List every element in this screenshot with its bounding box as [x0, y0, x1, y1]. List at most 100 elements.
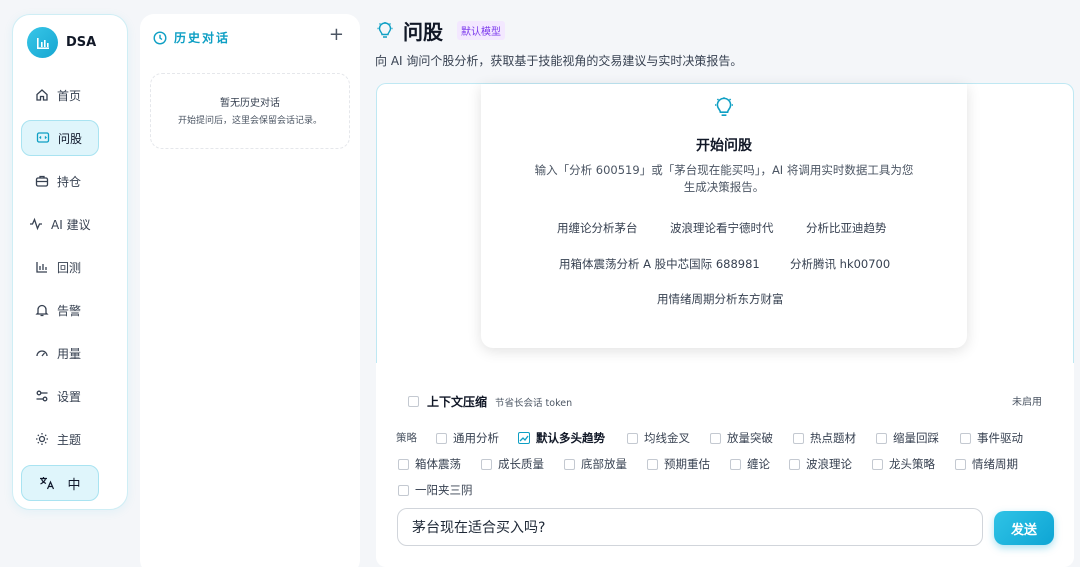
strategy-option[interactable]: 热点题材: [793, 430, 856, 446]
strategy-option-label: 情绪周期: [972, 457, 1018, 471]
suggestion-chip[interactable]: 分析腾讯 hk00700: [790, 256, 890, 272]
suggestion-chip[interactable]: 分析比亚迪趋势: [806, 220, 887, 236]
strategy-checkbox[interactable]: [789, 458, 800, 470]
send-button[interactable]: 发送: [994, 511, 1054, 545]
sidebar: DSA 首页 问股 持仓 AI 建议 回测 告警 用量 设置 主题 中: [12, 14, 128, 510]
nav-item-ask-stock[interactable]: 问股: [21, 120, 99, 156]
composer-area: 上下文压缩 节省长会话 token 未启用 策略 通用分析 默认多头趋势 均线金…: [376, 363, 1074, 567]
strategy-option-label: 均线金叉: [644, 431, 690, 445]
nav-item-home[interactable]: 首页: [21, 77, 99, 113]
strategy-option[interactable]: 一阳夹三阴: [398, 482, 473, 498]
strategy-option-label: 缩量回踩: [893, 431, 939, 445]
strategy-checkbox[interactable]: [398, 458, 409, 470]
strategy-option[interactable]: 通用分析: [436, 430, 499, 446]
strategy-option[interactable]: 均线金叉: [627, 430, 690, 446]
strategy-option-label: 成长质量: [498, 457, 544, 471]
nav-item-ai-advice[interactable]: AI 建议: [21, 206, 99, 242]
nav-label: 首页: [57, 88, 82, 103]
nav-item-settings[interactable]: 设置: [21, 378, 99, 414]
nav-item-usage[interactable]: 用量: [21, 335, 99, 371]
strategy-checkbox[interactable]: [481, 458, 492, 470]
strategy-checkbox[interactable]: [955, 458, 966, 470]
strategy-option[interactable]: 情绪周期: [955, 456, 1018, 472]
app-name: DSA: [66, 35, 97, 50]
home-icon: [36, 89, 48, 101]
bell-icon: [35, 304, 49, 317]
welcome-card: 开始问股 输入「分析 600519」或「茅台现在能买吗」，AI 将调用实时数据工…: [481, 84, 967, 348]
lightbulb-icon: [377, 21, 393, 38]
strategy-checkbox[interactable]: [960, 432, 971, 444]
nav-label: 回测: [57, 260, 82, 275]
nav-label: AI 建议: [51, 217, 91, 232]
suggestion-chip[interactable]: 用箱体震荡分析 A 股中芯国际 688981: [559, 256, 760, 272]
suggestion-chip[interactable]: 用缠论分析茅台: [557, 220, 638, 236]
strategy-option[interactable]: 波浪理论: [789, 456, 852, 472]
strategy-option-label: 箱体震荡: [415, 457, 461, 471]
strategy-checkbox[interactable]: [730, 458, 741, 470]
strategy-checkbox[interactable]: [398, 484, 409, 496]
history-header: 历史对话: [153, 29, 230, 46]
strategy-checkbox[interactable]: [436, 432, 447, 444]
translate-icon: [40, 477, 55, 490]
strategy-option-label: 事件驱动: [977, 431, 1023, 445]
nav-label: 持仓: [57, 174, 82, 189]
strategy-option[interactable]: 箱体震荡: [398, 456, 461, 472]
strategy-option[interactable]: 缠论: [730, 456, 770, 472]
model-badge[interactable]: 默认模型: [457, 21, 505, 40]
strategy-checkbox[interactable]: [876, 432, 887, 444]
strategy-option-label: 热点题材: [810, 431, 856, 445]
lightbulb-icon: [715, 97, 733, 116]
new-chat-button[interactable]: +: [329, 26, 344, 44]
nav-label: 用量: [57, 346, 82, 361]
strategy-option-label: 一阳夹三阴: [415, 483, 473, 497]
history-title: 历史对话: [174, 31, 231, 45]
strategy-option[interactable]: 缩量回踩: [876, 430, 939, 446]
language-toggle[interactable]: 中: [21, 465, 99, 501]
strategy-checkbox[interactable]: [647, 458, 658, 470]
strategy-label: 策略: [396, 432, 417, 444]
strategy-checkbox[interactable]: [872, 458, 883, 470]
history-empty-state: 暂无历史对话 开始提问后，这里会保留会话记录。: [150, 73, 350, 149]
clock-icon: [153, 30, 167, 45]
nav-item-holdings[interactable]: 持仓: [21, 163, 99, 199]
page-subtitle: 向 AI 询问个股分析，获取基于技能视角的交易建议与实时决策报告。: [375, 54, 743, 68]
welcome-title: 开始问股: [696, 138, 752, 154]
nav-label: 问股: [58, 131, 83, 146]
context-checkbox[interactable]: [408, 396, 419, 407]
main-panel: 问股 默认模型 向 AI 询问个股分析，获取基于技能视角的交易建议与实时决策报告…: [375, 0, 1080, 567]
language-label: 中: [67, 477, 81, 493]
nav-item-alerts[interactable]: 告警: [21, 292, 99, 328]
chat-area: 开始问股 输入「分析 600519」或「茅台现在能买吗」，AI 将调用实时数据工…: [376, 83, 1074, 363]
app-logo[interactable]: DSA: [27, 27, 96, 58]
strategy-checkbox[interactable]: [710, 432, 721, 444]
sun-icon: [36, 433, 48, 445]
strategy-option[interactable]: 成长质量: [481, 456, 544, 472]
suggestion-chip[interactable]: 波浪理论看宁德时代: [670, 220, 774, 236]
nav-item-theme[interactable]: 主题: [21, 421, 99, 457]
message-input[interactable]: [397, 508, 983, 546]
context-label: 上下文压缩: [427, 395, 488, 409]
nav-label: 告警: [57, 303, 82, 318]
strategy-checkbox[interactable]: [627, 432, 638, 444]
strategy-option[interactable]: 龙头策略: [872, 456, 935, 472]
nav-item-backtest[interactable]: 回测: [21, 249, 99, 285]
chat-icon: [36, 132, 50, 143]
page-header: 问股 默认模型: [375, 16, 505, 45]
strategy-checkbox[interactable]: [564, 458, 575, 470]
strategy-option-label: 放量突破: [727, 431, 773, 445]
page-title: 问股: [403, 20, 443, 44]
strategy-option[interactable]: 底部放量: [564, 456, 627, 472]
strategy-option[interactable]: 预期重估: [647, 456, 710, 472]
strategy-option-label: 默认多头趋势: [536, 431, 605, 445]
strategy-checkbox[interactable]: [793, 432, 804, 444]
strategy-option-label: 龙头策略: [889, 457, 935, 471]
strategy-option-label: 通用分析: [453, 431, 499, 445]
history-panel: 历史对话 + 暂无历史对话 开始提问后，这里会保留会话记录。: [140, 14, 360, 567]
gauge-icon: [36, 350, 48, 357]
strategy-option-selected[interactable]: 默认多头趋势: [518, 430, 605, 446]
strategy-option[interactable]: 事件驱动: [960, 430, 1023, 446]
strategy-option[interactable]: 放量突破: [710, 430, 773, 446]
context-compression-toggle[interactable]: 上下文压缩 节省长会话 token: [408, 393, 572, 410]
suggestion-chip[interactable]: 用情绪周期分析东方财富: [657, 291, 784, 307]
trend-check-icon[interactable]: [518, 432, 530, 444]
